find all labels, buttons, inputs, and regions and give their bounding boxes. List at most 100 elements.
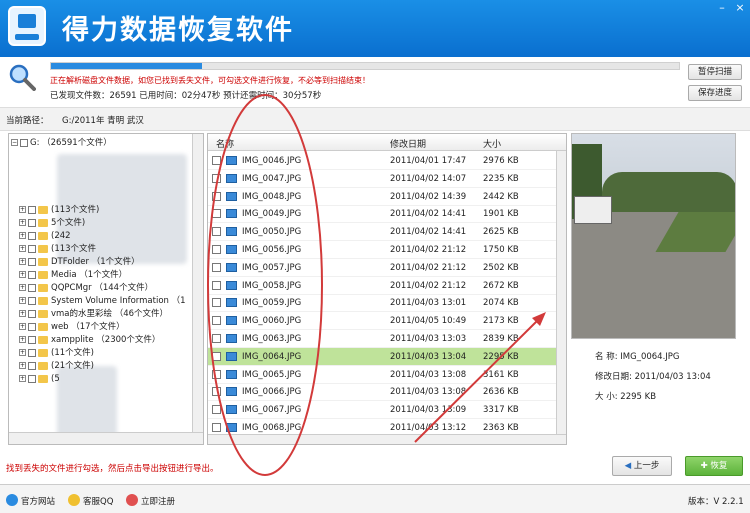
expand-icon[interactable]: + — [19, 219, 26, 226]
checkbox[interactable] — [28, 309, 36, 318]
checkbox[interactable] — [212, 227, 221, 237]
checkbox[interactable] — [212, 334, 221, 343]
expand-icon[interactable]: + — [19, 258, 26, 265]
tree-item[interactable]: + (113个文件 — [19, 243, 96, 256]
column-name[interactable]: 名称 — [216, 137, 234, 150]
checkbox[interactable] — [212, 316, 221, 326]
checkbox[interactable] — [28, 335, 36, 344]
checkbox[interactable] — [212, 351, 221, 361]
file-row[interactable]: IMG_0047.JPG 2011/04/02 14:07 2235 KB — [208, 170, 558, 188]
expand-icon[interactable]: + — [19, 362, 26, 369]
website-link[interactable]: 官方网站 — [21, 495, 55, 507]
file-row[interactable]: IMG_0050.JPG 2011/04/02 14:41 2625 KB — [208, 223, 558, 242]
file-row[interactable]: IMG_0048.JPG 2011/04/02 14:39 2442 KB — [208, 188, 558, 206]
file-list[interactable]: 名称 修改日期 大小 IMG_0046.JPG 2011/04/01 17:47 2… — [207, 133, 567, 445]
file-list-scrollbar-h[interactable] — [208, 434, 566, 444]
checkbox[interactable] — [212, 280, 221, 290]
back-button[interactable]: ◀ 上一步 — [612, 456, 672, 476]
checkbox[interactable] — [28, 374, 36, 383]
checkbox[interactable] — [28, 244, 36, 253]
expand-icon[interactable]: + — [19, 310, 26, 317]
checkbox[interactable] — [28, 348, 36, 357]
checkbox[interactable] — [212, 387, 221, 397]
file-row[interactable]: IMG_0066.JPG 2011/04/03 13:08 2636 KB — [208, 383, 558, 402]
expand-icon[interactable]: + — [19, 349, 26, 356]
file-list-scrollbar-v[interactable] — [556, 151, 566, 434]
checkbox[interactable] — [212, 369, 221, 379]
checkbox[interactable] — [28, 322, 36, 331]
expand-icon[interactable]: + — [19, 375, 26, 382]
file-row[interactable]: IMG_0067.JPG 2011/04/03 13:09 3317 KB — [208, 401, 558, 420]
file-row[interactable]: IMG_0049.JPG 2011/04/02 14:41 1901 KB — [208, 205, 558, 224]
file-row[interactable]: IMG_0046.JPG 2011/04/01 17:47 2976 KB — [208, 152, 558, 170]
file-name: IMG_0048.JPG — [242, 191, 302, 202]
checkbox[interactable] — [212, 262, 221, 272]
checkbox[interactable] — [212, 209, 221, 219]
checkbox[interactable] — [212, 191, 221, 201]
close-button[interactable]: × — [733, 2, 747, 14]
checkbox[interactable] — [28, 257, 36, 266]
tree-item[interactable]: + System Volume Information （1 — [19, 295, 186, 308]
expand-icon[interactable]: + — [19, 297, 26, 304]
register-link[interactable]: 立即注册 — [141, 495, 175, 507]
checkbox[interactable] — [28, 270, 36, 279]
checkbox[interactable] — [212, 173, 221, 183]
column-size[interactable]: 大小 — [483, 137, 501, 150]
expand-icon[interactable]: + — [19, 245, 26, 252]
checkbox[interactable] — [212, 245, 221, 254]
expand-icon[interactable]: + — [19, 323, 26, 330]
save-progress-button[interactable]: 保存进度 — [688, 85, 742, 101]
tree-item[interactable]: + QQPCMgr （144个文件） — [19, 282, 153, 295]
folder-tree[interactable]: − G: （26591个文件） + (113个文件) +5个文件) + (242 + (113… — [8, 133, 204, 445]
checkbox[interactable] — [28, 231, 36, 240]
expand-icon[interactable]: + — [19, 206, 26, 213]
expand-icon[interactable]: + — [19, 271, 26, 278]
checkbox[interactable] — [28, 296, 36, 305]
back-button-label: 上一步 — [633, 461, 660, 471]
tree-item[interactable]: + (113个文件) — [19, 204, 99, 217]
recover-button[interactable]: ✚ 恢复 — [685, 456, 743, 476]
tree-item[interactable]: + web （17个文件） — [19, 321, 125, 334]
column-date[interactable]: 修改日期 — [390, 137, 426, 150]
checkbox[interactable] — [212, 423, 221, 432]
checkbox[interactable] — [28, 205, 36, 214]
checkbox[interactable] — [212, 156, 221, 165]
tree-item[interactable]: + Media （1个文件） — [19, 269, 127, 282]
file-row[interactable]: IMG_0059.JPG 2011/04/03 13:01 2074 KB — [208, 294, 558, 313]
version-text: 版本：V 2.2.1 — [688, 497, 744, 507]
expand-icon[interactable]: + — [19, 232, 26, 239]
tree-item-label: System Volume Information （1 — [51, 296, 186, 306]
file-row[interactable]: IMG_0064.JPG 2011/04/03 13:04 2295 KB — [208, 347, 558, 366]
checkbox[interactable] — [28, 218, 36, 227]
tree-scrollbar-v[interactable] — [192, 134, 203, 432]
tree-item-label: Media （1个文件） — [51, 270, 128, 280]
file-row[interactable]: IMG_0058.JPG 2011/04/02 21:12 2672 KB — [208, 277, 558, 295]
tree-item[interactable]: + xampplite （2300个文件） — [19, 334, 160, 347]
tree-root[interactable]: − G: （26591个文件） — [11, 137, 112, 150]
file-row[interactable]: IMG_0057.JPG 2011/04/02 21:12 2502 KB — [208, 259, 558, 277]
tree-item[interactable]: + (21个文件) — [19, 360, 94, 373]
tree-item[interactable]: + vma的水里彩绘 （46个文件） — [19, 308, 168, 321]
checkbox[interactable] — [212, 298, 221, 308]
minimize-button[interactable]: – — [715, 2, 729, 14]
file-row[interactable]: IMG_0065.JPG 2011/04/03 13:08 3161 KB — [208, 366, 558, 384]
tree-item[interactable]: + (5 — [19, 373, 60, 386]
tree-item[interactable]: + (242 — [19, 230, 71, 243]
checkbox[interactable] — [28, 361, 36, 370]
path-bar: 当前路径： G:/2011年 青明 武汉 — [0, 107, 750, 131]
checkbox[interactable] — [28, 283, 36, 292]
expand-icon[interactable]: + — [19, 284, 26, 291]
expand-icon[interactable]: + — [19, 336, 26, 343]
checkbox[interactable] — [20, 138, 28, 147]
tree-item[interactable]: + DTFolder （1个文件） — [19, 256, 140, 269]
qq-link[interactable]: 客服QQ — [83, 495, 113, 507]
pause-scan-button[interactable]: 暂停扫描 — [688, 64, 742, 80]
checkbox[interactable] — [212, 405, 221, 415]
tree-scrollbar-h[interactable] — [9, 432, 203, 444]
file-row[interactable]: IMG_0060.JPG 2011/04/05 10:49 2173 KB — [208, 312, 558, 331]
file-row[interactable]: IMG_0056.JPG 2011/04/02 21:12 1750 KB — [208, 241, 558, 259]
file-row[interactable]: IMG_0063.JPG 2011/04/03 13:03 2839 KB — [208, 330, 558, 348]
collapse-icon[interactable]: − — [11, 139, 18, 146]
tree-item[interactable]: + (11个文件) — [19, 347, 94, 360]
tree-item[interactable]: +5个文件) — [19, 217, 85, 230]
